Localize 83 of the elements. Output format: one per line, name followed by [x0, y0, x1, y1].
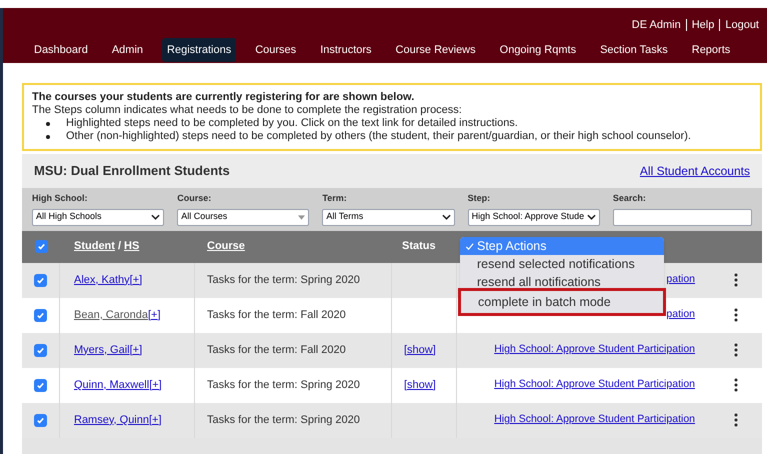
menu-option[interactable]: resend all notifications	[460, 273, 664, 291]
checkmark-icon	[36, 310, 45, 320]
search-field[interactable]	[612, 208, 752, 226]
checkbox[interactable]	[34, 308, 47, 322]
show-status-link[interactable]: [show]	[404, 342, 436, 358]
step-link[interactable]: pation	[666, 272, 695, 288]
caret-down-icon	[298, 214, 306, 220]
filter-dropdown[interactable]: High School: Approve Stude	[468, 208, 600, 226]
course-cell-text: Tasks for the term: Spring 2020	[207, 412, 360, 428]
expand-link[interactable]: [+]	[149, 376, 162, 394]
checkbox[interactable]	[34, 378, 47, 392]
show-status-link[interactable]: [show]	[404, 376, 436, 394]
more-options-icon[interactable]	[734, 413, 738, 427]
checkmark-icon	[36, 380, 45, 390]
filter-dropdown[interactable]: All High Schools	[32, 208, 164, 226]
column-header-link[interactable]: Student	[74, 238, 115, 255]
nav-tab[interactable]: Course Reviews	[390, 38, 481, 62]
notice-bullet: Other (non-highlighted) steps need to be completed by others (the student, their parent/guardian, or their high school counselor).	[66, 130, 691, 143]
filter-dropdown[interactable]: All Terms	[322, 208, 455, 226]
checkmark-icon	[36, 276, 45, 284]
column-header: Status	[402, 240, 436, 252]
expand-link[interactable]: [+]	[148, 306, 161, 324]
more-options-icon[interactable]	[734, 273, 738, 287]
checkbox[interactable]	[34, 240, 48, 253]
checkmark-icon	[36, 242, 46, 251]
panel-title: MSU: Dual Enrollment Students	[34, 162, 230, 180]
notice-title: The courses your students are currently registering for are shown below.	[32, 91, 416, 104]
more-options-icon[interactable]	[734, 308, 738, 322]
checkbox[interactable]	[34, 414, 47, 426]
expand-link[interactable]: [+]	[130, 272, 142, 288]
step-link[interactable]: High School: Approve Student Participation	[494, 342, 695, 358]
filter-label: High School:	[32, 192, 88, 205]
nav-tab[interactable]: Courses	[250, 38, 302, 62]
expand-link[interactable]: [+]	[149, 412, 162, 428]
nav-tab[interactable]: Registrations	[162, 38, 236, 62]
nav-tab[interactable]: Instructors	[315, 38, 377, 62]
header-link[interactable]: DE Admin	[632, 17, 681, 34]
course-cell-text: Tasks for the term: Spring 2020	[207, 378, 360, 393]
student-name-link[interactable]: Bean, Caronda	[74, 306, 148, 324]
filter-label: Term:	[322, 192, 348, 205]
bullet-icon	[46, 122, 50, 126]
checkbox[interactable]	[34, 344, 47, 356]
course-cell-text: Tasks for the term: Fall 2020	[207, 308, 346, 323]
filter-label: Course:	[177, 192, 212, 205]
notice-text: The Steps column indicates what needs to be done to complete the registration process:	[32, 104, 463, 117]
student-name-link[interactable]: Quinn, Maxwell	[74, 376, 150, 394]
checkbox[interactable]	[34, 274, 47, 286]
filter-dropdown[interactable]: All Courses	[177, 208, 310, 226]
bullet-icon	[46, 135, 50, 139]
menu-option[interactable]: Step Actions	[460, 237, 664, 255]
notice-bullet: Highlighted steps need to be completed by you. Click on the text link for detailed instructions.	[66, 117, 518, 130]
menu-option[interactable]: complete in batch mode	[461, 291, 663, 313]
header-link[interactable]: Logout	[725, 17, 759, 34]
checkmark-icon	[36, 346, 45, 354]
nav-tab[interactable]: Ongoing Rqmts	[494, 38, 582, 62]
chevron-down-icon	[586, 214, 596, 220]
student-name-link[interactable]: Ramsey, Quinn	[74, 412, 149, 428]
menu-option[interactable]: resend selected notifications	[460, 255, 664, 273]
nav-tab[interactable]: Reports	[686, 38, 736, 62]
slash-separator: /	[118, 239, 122, 254]
course-cell-text: Tasks for the term: Fall 2020	[207, 342, 346, 358]
filter-label: Search:	[612, 192, 647, 205]
header-link[interactable]: Help	[692, 17, 714, 34]
nav-tab[interactable]: Section Tasks	[595, 38, 673, 62]
course-cell-text: Tasks for the term: Spring 2020	[207, 272, 360, 288]
nav-tab[interactable]: Admin	[106, 38, 148, 62]
step-link[interactable]: High School: Approve Student Participation	[494, 412, 695, 428]
column-header-link[interactable]: Course	[207, 240, 245, 252]
column-header-link[interactable]: HS	[124, 238, 140, 255]
checkmark-icon	[465, 242, 474, 250]
step-link[interactable]: pation	[666, 307, 695, 323]
student-name-link[interactable]: Myers, Gail	[74, 342, 130, 358]
expand-link[interactable]: [+]	[130, 342, 142, 358]
filter-label: Step:	[468, 192, 492, 205]
student-name-link[interactable]: Alex, Kathy	[74, 272, 130, 288]
step-link[interactable]: High School: Approve Student Participation	[494, 377, 695, 393]
chevron-down-icon	[151, 214, 160, 220]
more-options-icon[interactable]	[734, 378, 738, 392]
more-options-icon[interactable]	[734, 343, 738, 357]
nav-tab[interactable]: Dashboard	[29, 38, 93, 62]
all-student-accounts-link[interactable]: All Student Accounts	[640, 162, 750, 180]
chevron-down-icon	[442, 214, 451, 220]
checkmark-icon	[36, 416, 45, 424]
